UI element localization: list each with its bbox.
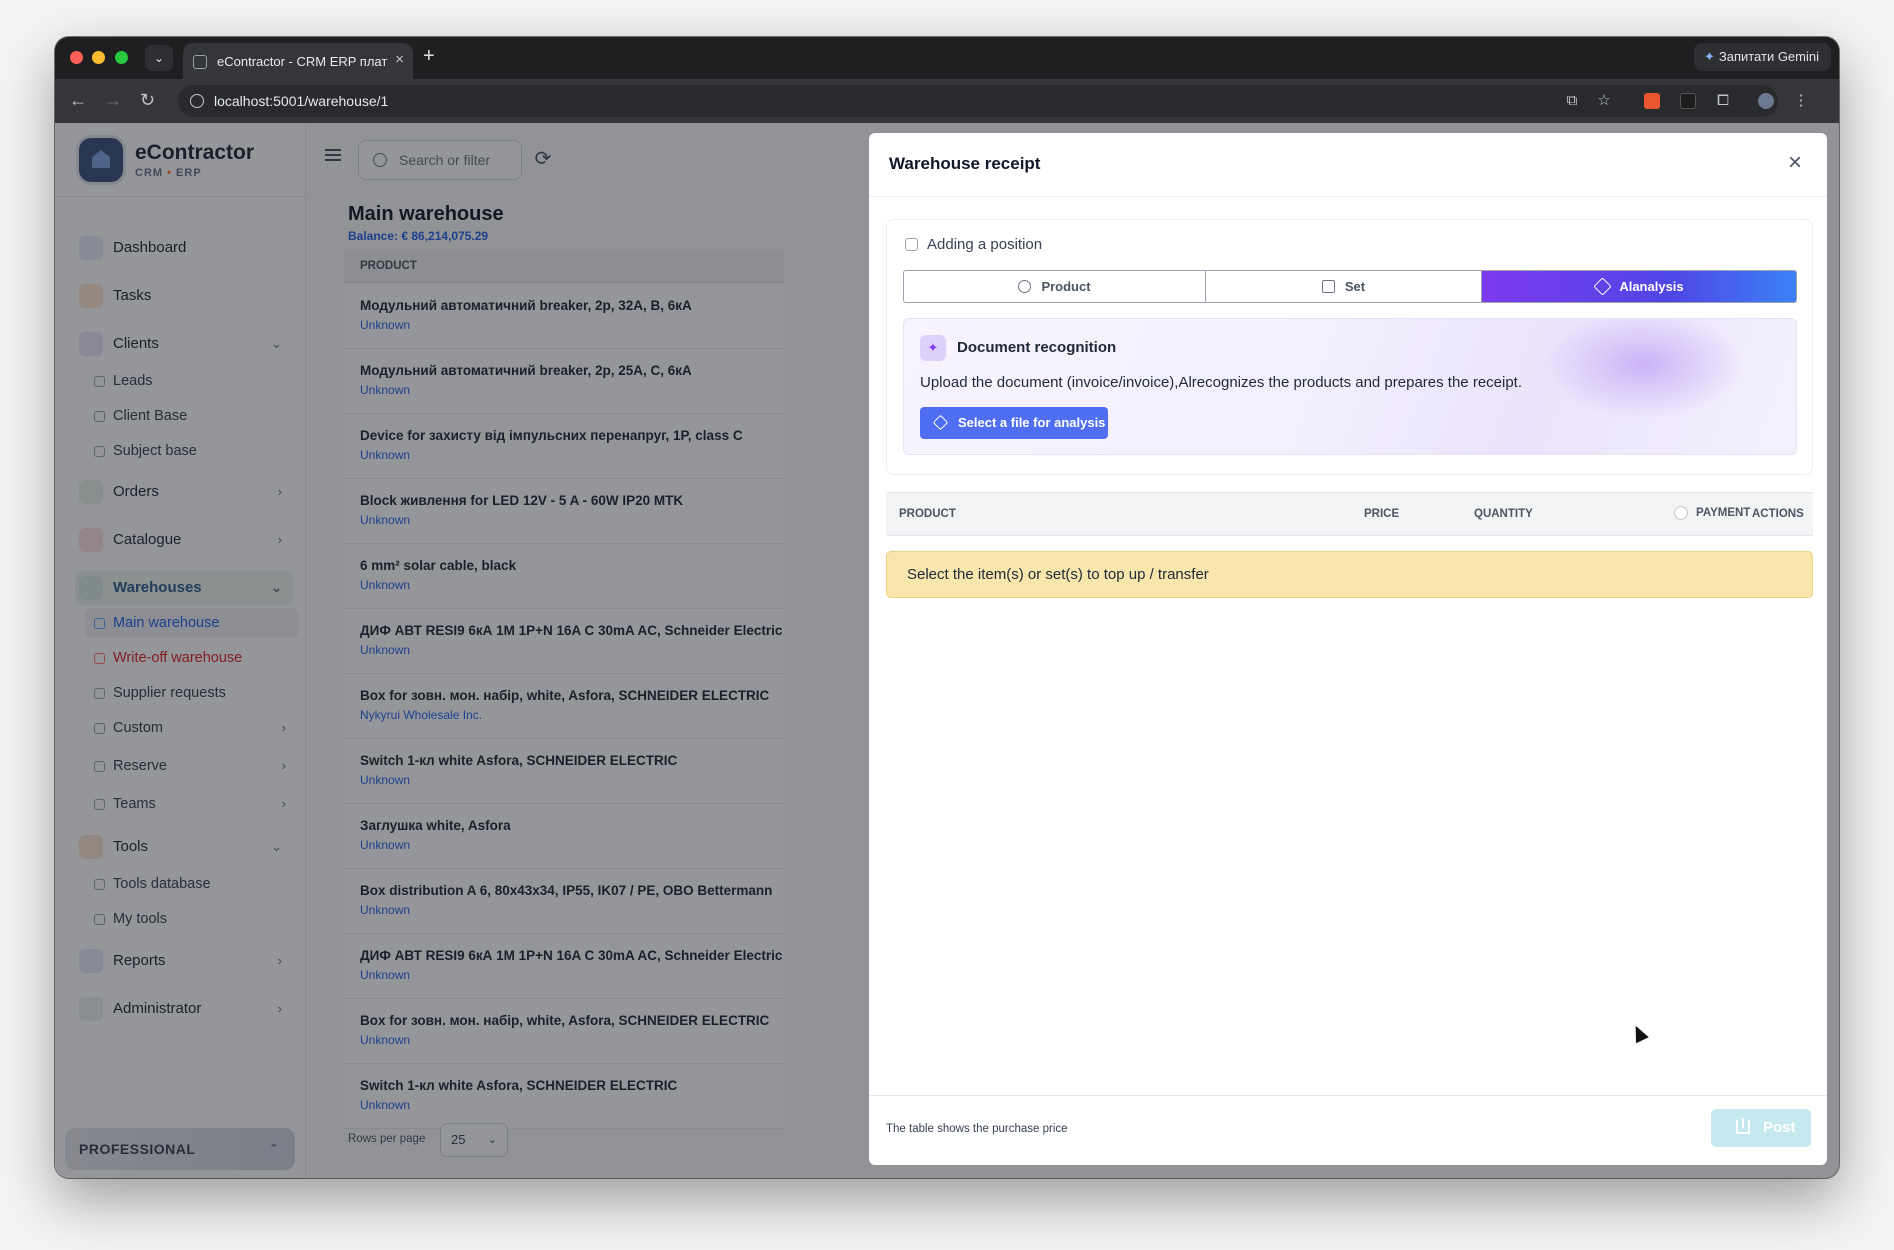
favicon-icon bbox=[193, 55, 207, 69]
tab-set[interactable]: Set bbox=[1206, 271, 1482, 302]
tab-product[interactable]: Product bbox=[904, 271, 1206, 302]
extensions-puzzle-icon[interactable]: ⧠ bbox=[1715, 93, 1731, 109]
sparkle-icon: ✦ bbox=[1703, 49, 1715, 64]
bookmark-star-icon[interactable]: ☆ bbox=[1596, 93, 1612, 109]
col-quantity: QUANTITY bbox=[1474, 508, 1533, 520]
col-product: PRODUCT bbox=[899, 508, 956, 520]
more-menu-icon[interactable]: ⋮ bbox=[1793, 93, 1809, 109]
zoom-window-button[interactable] bbox=[115, 51, 128, 64]
recognition-title: Document recognition bbox=[957, 339, 1117, 356]
site-info-icon[interactable] bbox=[190, 94, 204, 108]
browser-toolbar: ← → ↻ localhost:5001/warehouse/1 ⧉ ☆ ⧠ ⋮ bbox=[55, 79, 1839, 123]
tab-product-label: Product bbox=[1041, 279, 1091, 294]
back-icon[interactable]: ← bbox=[69, 90, 87, 111]
select-file-button[interactable]: Select a file for analysis bbox=[920, 407, 1108, 439]
adding-position-card: Adding a position Product Set Alanalysis bbox=[886, 219, 1813, 475]
post-button[interactable]: Post bbox=[1711, 1109, 1811, 1147]
extension-orange-icon[interactable] bbox=[1644, 93, 1660, 109]
receipt-table-header: PRODUCT PRICE QUANTITY PAYMENT ACTIONS bbox=[886, 492, 1813, 536]
col-payment: PAYMENT bbox=[1696, 507, 1751, 519]
select-file-label: Select a file for analysis bbox=[958, 415, 1106, 430]
reload-icon[interactable]: ↻ bbox=[140, 90, 155, 111]
close-icon[interactable]: × bbox=[1781, 149, 1809, 177]
new-tab-button[interactable]: + bbox=[423, 45, 435, 68]
payment-checkbox[interactable] bbox=[1674, 506, 1688, 520]
tab-strip: ⌄ eContractor - CRM ERP плат × + ✦ Запита… bbox=[55, 37, 1839, 79]
list-icon bbox=[905, 238, 918, 251]
gemini-label: Запитати Gemini bbox=[1718, 49, 1819, 64]
col-price: PRICE bbox=[1364, 508, 1400, 520]
recognition-description: Upload the document (invoice/invoice),Al… bbox=[920, 374, 1523, 391]
tab-set-label: Set bbox=[1344, 279, 1366, 294]
document-recognition-panel: ✦ Document recognition Upload the docume… bbox=[903, 318, 1797, 455]
app: eContractor CRM • ERP Dashboard Tasks Cl… bbox=[55, 123, 1839, 1178]
install-app-icon[interactable]: ⧉ bbox=[1564, 93, 1580, 109]
tab-title: eContractor - CRM ERP плат bbox=[217, 54, 388, 69]
section-title: Adding a position bbox=[905, 236, 1042, 253]
sparkle-icon bbox=[932, 414, 949, 431]
tab-search-button[interactable]: ⌄ bbox=[145, 45, 173, 71]
minimize-window-button[interactable] bbox=[92, 51, 105, 64]
set-icon bbox=[1321, 280, 1335, 293]
browser-tab[interactable]: eContractor - CRM ERP плат × bbox=[183, 43, 413, 79]
decorative-glow bbox=[1544, 319, 1744, 419]
empty-state-alert: Select the item(s) or set(s) to top up /… bbox=[886, 551, 1813, 598]
dialog-divider bbox=[869, 196, 1827, 197]
profile-avatar[interactable] bbox=[1758, 93, 1774, 109]
box-icon bbox=[1018, 280, 1032, 293]
post-label: Post bbox=[1763, 1119, 1796, 1136]
position-type-tabs: Product Set Alanalysis bbox=[903, 270, 1797, 303]
dialog-title: Warehouse receipt bbox=[889, 154, 1041, 173]
address-bar[interactable]: localhost:5001/warehouse/1 bbox=[178, 85, 1778, 117]
close-window-button[interactable] bbox=[70, 51, 83, 64]
tab-ai-analysis[interactable]: Alanalysis bbox=[1482, 271, 1796, 302]
url-text: localhost:5001/warehouse/1 bbox=[214, 93, 389, 109]
gemini-button[interactable]: ✦ Запитати Gemini bbox=[1693, 43, 1831, 71]
sparkle-icon: ✦ bbox=[920, 335, 946, 361]
figma-extension-icon[interactable] bbox=[1680, 93, 1696, 109]
section-title-text: Adding a position bbox=[927, 236, 1043, 253]
col-actions: ACTIONS bbox=[1752, 508, 1804, 520]
page-viewport: eContractor CRM • ERP Dashboard Tasks Cl… bbox=[55, 123, 1839, 1178]
chevron-down-icon: ⌄ bbox=[153, 51, 165, 65]
footer-divider bbox=[869, 1095, 1827, 1096]
forward-icon[interactable]: → bbox=[104, 90, 122, 111]
tab-ai-label: Alanalysis bbox=[1619, 279, 1684, 294]
footer-note: The table shows the purchase price bbox=[886, 1123, 1068, 1135]
tab-close-icon[interactable]: × bbox=[395, 51, 404, 68]
download-icon bbox=[1736, 1118, 1750, 1134]
browser-window: ⌄ eContractor - CRM ERP плат × + ✦ Запита… bbox=[55, 37, 1839, 1178]
sparkle-icon bbox=[1593, 277, 1613, 296]
warehouse-receipt-dialog: Warehouse receipt × Adding a position Pr… bbox=[869, 133, 1827, 1165]
